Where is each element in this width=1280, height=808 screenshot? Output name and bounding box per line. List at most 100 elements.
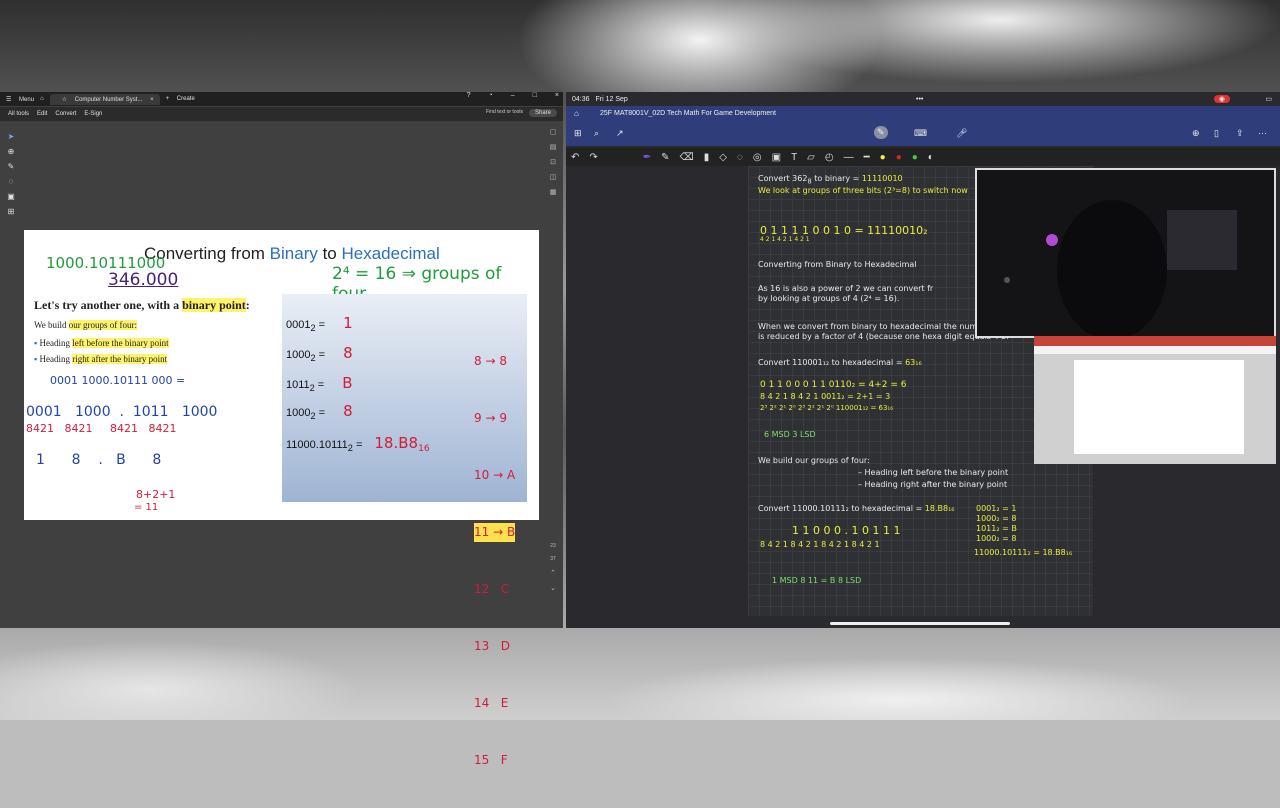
- annotation-toolbar: ➤ ⊕ ✎ ◌ ▣ ⊞: [4, 132, 18, 216]
- comment-icon[interactable]: ▢: [550, 128, 557, 136]
- home-icon[interactable]: ⌂: [574, 109, 579, 118]
- mini-ribbon: [1034, 346, 1276, 354]
- page-thumbs-icon[interactable]: ▦: [550, 188, 557, 196]
- handwritten-groups: 0001 1000 . 1011 1000: [26, 404, 218, 420]
- document-tab[interactable]: ☆ Computer Number Syst... ×: [49, 93, 160, 105]
- text-icon[interactable]: T: [791, 152, 797, 163]
- slide-bullet-right: Heading right after the binary point: [34, 354, 168, 364]
- menu-button[interactable]: ☰ Menu: [6, 96, 34, 103]
- lasso-icon[interactable]: ◌: [9, 177, 14, 186]
- menu-all-tools[interactable]: All tools: [8, 111, 29, 117]
- handwritten-weights: 8421 8421 8421 8421: [26, 422, 177, 435]
- menu-esign[interactable]: E-Sign: [84, 111, 102, 117]
- note-line: Convert 110001₁₂ to hexadecimal = 63₁₆: [758, 358, 922, 367]
- red-color-icon[interactable]: ●: [896, 152, 902, 163]
- menu-convert[interactable]: Convert: [55, 111, 76, 117]
- find-text-input[interactable]: Find text or tools: [486, 109, 523, 115]
- export-icon[interactable]: ⇪: [1236, 128, 1244, 139]
- bell-icon[interactable]: ◔: [489, 92, 493, 99]
- slide-title: Converting from Binary to Hexadecimal: [144, 244, 440, 263]
- star-icon: ☆: [61, 96, 68, 103]
- lecture-slide: Converting from Binary to Hexadecimal 10…: [24, 230, 539, 767]
- palette-icon[interactable]: ◐: [928, 152, 934, 163]
- more-icon[interactable]: ⋯: [1258, 128, 1267, 139]
- window-controls: ? ◔ – □ ×: [461, 92, 559, 99]
- bookmark-icon[interactable]: ▤: [550, 143, 557, 151]
- note-line: We build our groups of four:: [758, 456, 870, 465]
- home-indicator[interactable]: [830, 622, 1010, 625]
- grid-view-icon[interactable]: ⊞: [574, 128, 582, 139]
- help-icon[interactable]: ?: [467, 92, 471, 99]
- stamp-icon[interactable]: ⊞: [8, 207, 15, 216]
- keyboard-icon[interactable]: ⌨: [914, 128, 927, 139]
- hex-map-item: 8 → 8: [474, 354, 507, 368]
- lasso-icon[interactable]: ◌: [737, 152, 743, 163]
- home-icon[interactable]: ⌂: [40, 96, 44, 102]
- undo-icon[interactable]: ↶: [571, 152, 579, 163]
- note-line: 1 MSD 8 11 = B 8 LSD: [772, 576, 862, 585]
- highlighter-icon[interactable]: ▮: [704, 152, 710, 163]
- handwritten-binary-number: 0001 1000.10111 000 =: [50, 374, 186, 387]
- layers-icon[interactable]: ◫: [550, 173, 557, 181]
- maximize-icon[interactable]: □: [533, 92, 537, 99]
- chevron-up-icon[interactable]: ⌃: [550, 569, 556, 577]
- redo-icon[interactable]: ↷: [589, 152, 597, 163]
- bookmark-icon[interactable]: ▯: [1214, 128, 1219, 139]
- share-arrow-icon[interactable]: ↗: [616, 128, 624, 139]
- hex-map-item: 10 → A: [474, 468, 516, 482]
- search-icon[interactable]: ⌕: [594, 128, 599, 139]
- note-line: 6 MSD 3 LSD: [764, 430, 816, 439]
- medium-line-icon[interactable]: ━: [864, 152, 870, 163]
- microphone-icon[interactable]: 🎤︎: [956, 128, 967, 139]
- note-line: is reduced by a factor of 4 (because one…: [758, 332, 1009, 341]
- laser-icon[interactable]: ◎: [753, 152, 762, 163]
- yellow-color-icon[interactable]: ●: [880, 152, 886, 163]
- shapes-icon[interactable]: ◇: [719, 152, 727, 163]
- minimize-icon[interactable]: –: [511, 92, 515, 99]
- pencil-tool-icon[interactable]: ✎: [661, 152, 669, 163]
- close-window-icon[interactable]: ×: [555, 92, 559, 99]
- pen-icon[interactable]: ✎: [8, 162, 15, 171]
- screen-share-thumbnail: [1034, 336, 1276, 464]
- ipad-mirror-window: 04:36 Fri 12 Sep ••• ◉ ▭ ⌂ 25F MAT8001V_…: [566, 92, 1280, 628]
- pdf-viewer-window: ☰ Menu ⌂ ☆ Computer Number Syst... × + C…: [0, 92, 563, 767]
- document-title[interactable]: 25F MAT8001V_02D Tech Math For Game Deve…: [600, 110, 776, 117]
- note-line: 11000.10111₂ = 18.B8₁₆: [974, 548, 1073, 557]
- page-number: 23: [550, 543, 556, 549]
- record-indicator-icon: ◉: [1213, 95, 1230, 103]
- eraser-icon[interactable]: ⌫: [680, 152, 694, 163]
- image-icon[interactable]: ▣: [772, 152, 781, 163]
- attachment-icon[interactable]: ⊡: [550, 158, 556, 166]
- page-total: 37: [550, 556, 556, 562]
- green-color-icon[interactable]: ●: [912, 152, 918, 163]
- note-line: 2³ 2² 2¹ 2⁰ 2³ 2² 2¹ 2⁰ 110001₁₂ = 63₁₆: [760, 404, 894, 412]
- slide-lead-text: Let's try another one, with a binary poi…: [34, 298, 250, 312]
- notes-app-header: ⌂ 25F MAT8001V_02D Tech Math For Game De…: [566, 106, 1280, 146]
- share-button[interactable]: Share: [528, 109, 557, 117]
- thin-line-icon[interactable]: —: [844, 152, 854, 163]
- note-line: 8 4 2 1 8 4 2 1 0011₂ = 2+1 = 3: [760, 392, 891, 401]
- create-button[interactable]: + Create: [166, 96, 195, 102]
- zoom-icon[interactable]: ⊕: [8, 147, 15, 156]
- note-line: by looking at groups of 4 (2⁴ = 16).: [758, 294, 900, 303]
- note-line: Converting from Binary to Hexadecimal: [758, 260, 917, 269]
- text-box-icon[interactable]: ▣: [7, 192, 15, 201]
- more-dots-icon[interactable]: •••: [916, 96, 923, 103]
- pen-tool-icon[interactable]: ✒: [643, 152, 651, 163]
- close-tab-icon[interactable]: ×: [150, 97, 154, 103]
- add-page-icon[interactable]: ⊕: [1192, 128, 1200, 139]
- pen-mode-icon[interactable]: ✎: [874, 126, 888, 139]
- conversion-row: 10112 = B: [286, 374, 353, 394]
- select-cursor-icon[interactable]: ➤: [8, 132, 15, 141]
- webcam-feed: [977, 170, 1274, 340]
- ruler-icon[interactable]: ▱: [807, 152, 815, 163]
- slide-bullet-left: Heading left before the binary point: [34, 338, 169, 348]
- ipad-status-bar: 04:36 Fri 12 Sep ••• ◉ ▭: [566, 92, 1280, 106]
- timer-icon[interactable]: ◴: [825, 152, 834, 163]
- hex-map-item: 12 C: [474, 582, 510, 596]
- chevron-down-icon[interactable]: ⌄: [550, 584, 556, 592]
- handwritten-number-octal: 346.000: [108, 270, 179, 290]
- slide-build-text: We build our groups of four:: [34, 320, 138, 330]
- note-line: 4 2 1 4 2 1 4 2 1: [760, 236, 810, 243]
- menu-edit[interactable]: Edit: [37, 111, 47, 117]
